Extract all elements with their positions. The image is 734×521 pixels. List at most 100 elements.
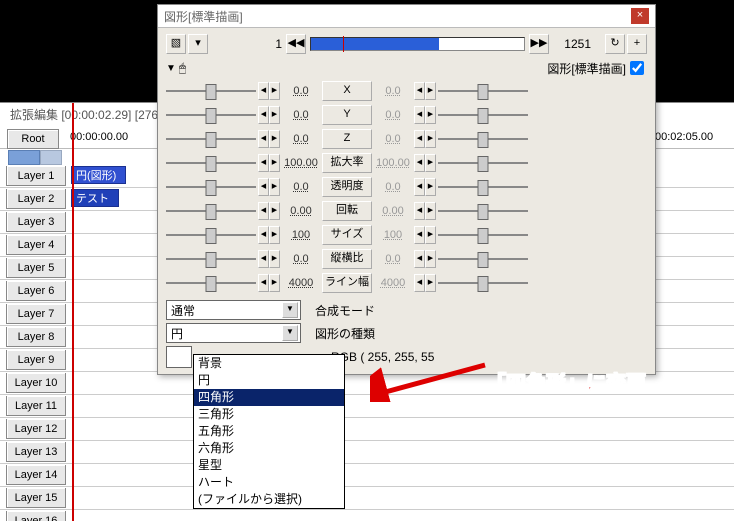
param-value-left[interactable]: 4000: [282, 274, 320, 292]
layer-label[interactable]: Layer 7: [6, 304, 66, 324]
close-button[interactable]: ×: [631, 8, 649, 24]
param-stepper-right[interactable]: ◀▶: [414, 226, 436, 244]
blend-mode-dropdown[interactable]: 通常 ▼: [166, 300, 301, 320]
param-value-left[interactable]: 0.0: [282, 106, 320, 124]
param-stepper-left[interactable]: ◀▶: [258, 82, 280, 100]
param-slider-right[interactable]: [438, 132, 528, 146]
param-value-right[interactable]: 0.00: [374, 202, 412, 220]
param-slider-left[interactable]: [166, 180, 256, 194]
param-slider-right[interactable]: [438, 276, 528, 290]
param-slider-left[interactable]: [166, 276, 256, 290]
param-value-right[interactable]: 0.0: [374, 130, 412, 148]
param-stepper-left[interactable]: ◀▶: [258, 178, 280, 196]
layer-row[interactable]: Layer 10: [0, 372, 734, 395]
timeline-clip[interactable]: 円(図形): [71, 166, 126, 184]
param-name-button[interactable]: サイズ: [322, 225, 372, 245]
param-slider-left[interactable]: [166, 156, 256, 170]
param-slider-left[interactable]: [166, 228, 256, 242]
layer-row[interactable]: Layer 13: [0, 441, 734, 464]
dropdown-option[interactable]: 星型: [194, 457, 344, 474]
param-value-left[interactable]: 0.0: [282, 82, 320, 100]
layer-label[interactable]: Layer 10: [6, 373, 66, 393]
dropdown-option[interactable]: 円: [194, 372, 344, 389]
chevron-down-icon[interactable]: ▼: [282, 325, 298, 341]
dropdown-option[interactable]: 背景: [194, 355, 344, 372]
param-slider-right[interactable]: [438, 156, 528, 170]
layer-track[interactable]: [66, 464, 734, 487]
dropdown-option[interactable]: 六角形: [194, 440, 344, 457]
mouse-icon[interactable]: 🖱: [179, 61, 186, 76]
layer-track[interactable]: [66, 510, 734, 521]
param-slider-left[interactable]: [166, 204, 256, 218]
param-name-button[interactable]: ライン幅: [322, 273, 372, 293]
param-slider-right[interactable]: [438, 204, 528, 218]
dropdown-option[interactable]: (ファイルから選択): [194, 491, 344, 508]
param-name-button[interactable]: 透明度: [322, 177, 372, 197]
color-swatch[interactable]: [166, 346, 192, 368]
refresh-icon[interactable]: ↻: [605, 34, 625, 54]
tool-icon[interactable]: ▧: [166, 34, 186, 54]
layer-label[interactable]: Layer 16: [6, 511, 66, 521]
dropdown-option[interactable]: ハート: [194, 474, 344, 491]
layer-label[interactable]: Layer 15: [6, 488, 66, 508]
layer-row[interactable]: Layer 12: [0, 418, 734, 441]
layer-label[interactable]: Layer 14: [6, 465, 66, 485]
param-value-left[interactable]: 100: [282, 226, 320, 244]
param-name-button[interactable]: 縦横比: [322, 249, 372, 269]
layer-track[interactable]: [66, 441, 734, 464]
layer-row[interactable]: Layer 15: [0, 487, 734, 510]
param-stepper-left[interactable]: ◀▶: [258, 250, 280, 268]
dropdown-option[interactable]: 三角形: [194, 406, 344, 423]
layer-track[interactable]: [66, 418, 734, 441]
layer-label[interactable]: Layer 6: [6, 281, 66, 301]
param-value-right[interactable]: 0.0: [374, 106, 412, 124]
param-slider-left[interactable]: [166, 132, 256, 146]
param-value-left[interactable]: 0.00: [282, 202, 320, 220]
layer-label[interactable]: Layer 12: [6, 419, 66, 439]
layer-row[interactable]: Layer 14: [0, 464, 734, 487]
param-stepper-left[interactable]: ◀▶: [258, 274, 280, 292]
param-value-left[interactable]: 0.0: [282, 178, 320, 196]
frame-prev-button[interactable]: ◀◀: [286, 34, 306, 54]
param-stepper-right[interactable]: ◀▶: [414, 274, 436, 292]
layer-row[interactable]: Layer 16: [0, 510, 734, 521]
layer-label[interactable]: Layer 8: [6, 327, 66, 347]
frame-slider[interactable]: [310, 37, 525, 51]
param-value-right[interactable]: 0.0: [374, 250, 412, 268]
param-slider-left[interactable]: [166, 108, 256, 122]
param-stepper-right[interactable]: ◀▶: [414, 154, 436, 172]
param-name-button[interactable]: X: [322, 81, 372, 101]
param-stepper-left[interactable]: ◀▶: [258, 130, 280, 148]
param-stepper-left[interactable]: ◀▶: [258, 106, 280, 124]
param-name-button[interactable]: Z: [322, 129, 372, 149]
param-stepper-left[interactable]: ◀▶: [258, 154, 280, 172]
param-stepper-right[interactable]: ◀▶: [414, 106, 436, 124]
param-value-left[interactable]: 0.0: [282, 250, 320, 268]
frame-next-button[interactable]: ▶▶: [529, 34, 549, 54]
param-slider-right[interactable]: [438, 108, 528, 122]
add-button[interactable]: +: [627, 34, 647, 54]
layer-track[interactable]: [66, 395, 734, 418]
layer-label[interactable]: Layer 9: [6, 350, 66, 370]
dropdown-option[interactable]: 四角形: [194, 389, 344, 406]
layer-row[interactable]: Layer 11: [0, 395, 734, 418]
section-header[interactable]: ▼ 🖱 図形[標準描画]: [166, 56, 647, 80]
param-slider-left[interactable]: [166, 252, 256, 266]
layer-track[interactable]: [66, 487, 734, 510]
chevron-down-icon[interactable]: ▼: [282, 302, 298, 318]
section-enable-checkbox[interactable]: [630, 61, 644, 75]
param-stepper-left[interactable]: ◀▶: [258, 202, 280, 220]
collapse-icon[interactable]: ▼: [166, 63, 176, 74]
layer-label[interactable]: Layer 5: [6, 258, 66, 278]
param-stepper-right[interactable]: ◀▶: [414, 130, 436, 148]
timeline-clip[interactable]: テスト: [71, 189, 119, 207]
overview-clip[interactable]: [8, 150, 40, 165]
layer-label[interactable]: Layer 3: [6, 212, 66, 232]
param-name-button[interactable]: Y: [322, 105, 372, 125]
param-slider-right[interactable]: [438, 84, 528, 98]
overview-clip[interactable]: [40, 150, 62, 165]
layer-label[interactable]: Layer 11: [6, 396, 66, 416]
tool-icon[interactable]: ▾: [188, 34, 208, 54]
playhead[interactable]: [72, 103, 74, 521]
param-value-right[interactable]: 4000: [374, 274, 412, 292]
